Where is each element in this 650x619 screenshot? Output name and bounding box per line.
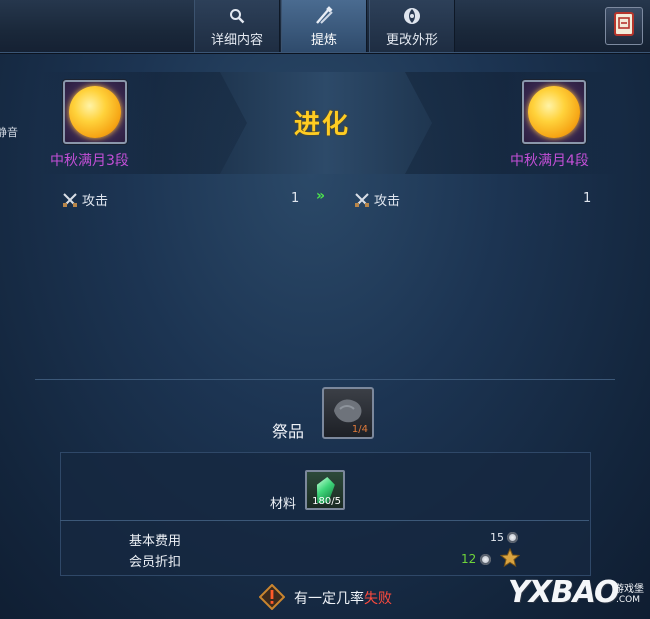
material-label: 材料 [270,497,297,512]
member-discount-label: 会员折扣 [129,555,182,570]
stat-left-name: 攻击 [82,194,109,209]
stat-right-value: 1 [583,191,592,206]
coin-icon [507,532,518,543]
base-cost-label: 基本费用 [129,534,182,549]
member-star-icon [500,548,520,568]
member-discount: 12 [461,552,492,566]
warning-text: 有一定几率失败 [294,588,392,608]
target-item-slot[interactable] [522,80,586,144]
base-cost: 15 [490,531,518,544]
source-item-name: 中秋满月3段 [50,153,129,169]
tab-label: 更改外形 [385,33,438,48]
crossed-swords-icon [355,192,369,207]
tab-refine[interactable]: 提炼 [281,0,367,52]
warning-prefix: 有一定几率 [294,591,364,607]
coin-icon [480,553,492,565]
stat-right-name: 攻击 [374,194,401,209]
mute-label: 静音 [0,126,18,139]
upgrade-arrow-icon: » [316,188,325,204]
warning-highlight: 失败 [364,591,392,607]
tab-label: 详细内容 [210,33,263,48]
material-count: 180/5 [312,496,341,507]
tab-change-appearance[interactable]: 更改外形 [369,0,455,52]
offering-label: 祭品 [272,422,305,441]
watermark-logo: YXBAO 游戏堡 .COM [508,569,650,615]
offering-slot[interactable]: 1/4 [322,387,374,439]
ore-icon [334,399,362,423]
source-item-slot[interactable] [63,80,127,144]
full-moon-icon [528,86,580,138]
panel-divider [60,520,589,521]
tab-details[interactable]: 详细内容 [194,0,280,52]
card-icon [613,11,635,41]
watermark-cn: 游戏堡 [614,584,644,595]
watermark-domain: .COM [616,595,640,605]
stat-left-value: 1 [291,191,300,206]
card-button[interactable] [605,7,643,45]
target-item-name: 中秋满月4段 [510,153,589,169]
crossed-tools-icon [314,6,334,26]
member-discount-value: 12 [461,552,477,566]
base-cost-value: 15 [490,531,504,544]
evolve-label: 进化 [294,110,351,140]
material-slot[interactable]: 180/5 [305,470,345,510]
tab-label: 提炼 [310,33,337,48]
offering-count: 1/4 [351,424,368,435]
crossed-swords-icon [63,192,77,207]
appearance-icon [402,6,422,26]
divider [35,379,615,380]
full-moon-icon [69,86,121,138]
warning-icon [259,584,285,610]
stat-right: 攻击 [354,190,400,209]
stat-left: 攻击 [62,190,108,209]
magnifier-icon [227,6,247,26]
watermark-brand: YXBAO [508,575,620,610]
